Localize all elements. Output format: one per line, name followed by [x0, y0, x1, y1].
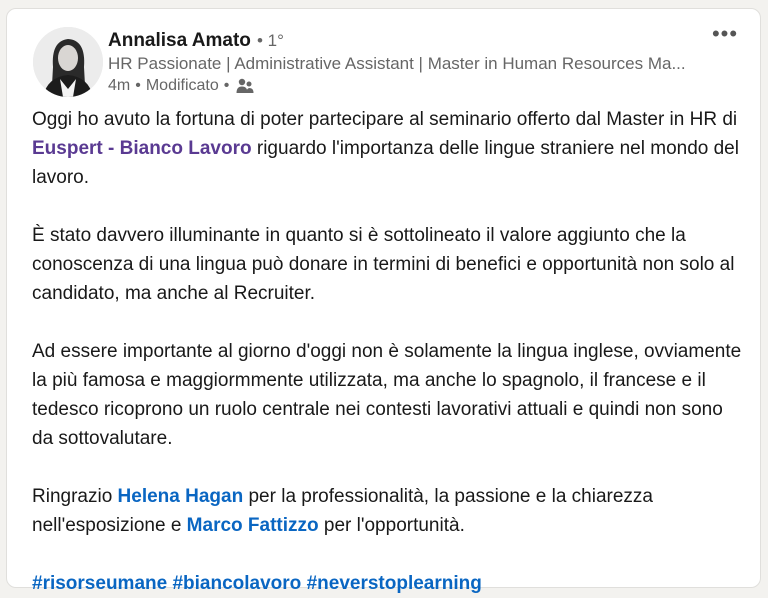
hashtag-link[interactable]: #neverstoplearning — [307, 573, 482, 594]
more-horizontal-icon: ••• — [711, 21, 739, 46]
edited-label: Modificato — [145, 77, 219, 94]
post-body: Oggi ho avuto la fortuna di poter partec… — [32, 105, 747, 598]
author-headline: HR Passionate | Administrative Assistant… — [108, 54, 686, 73]
hashtag-link[interactable]: #biancolavoro — [172, 573, 301, 594]
post-card: Annalisa Amato • 1° HR Passionate | Admi… — [6, 8, 761, 594]
post-paragraph: Oggi ho avuto la fortuna di poter partec… — [32, 105, 747, 192]
post-time: 4m — [108, 77, 131, 94]
person-mention-link[interactable]: Marco Fattizzo — [187, 515, 319, 536]
connection-degree: • 1° — [257, 31, 284, 50]
connections-icon — [236, 78, 254, 93]
author-name[interactable]: Annalisa Amato — [108, 30, 251, 52]
post-paragraph: Ad essere importante al giorno d'oggi no… — [32, 341, 742, 449]
meta-separator: • — [135, 77, 141, 94]
post-paragraph: È stato davvero illuminante in quanto si… — [32, 225, 735, 304]
paragraph-text: Ringrazio — [32, 486, 118, 507]
company-mention-link[interactable]: Euspert - Bianco Lavoro — [32, 138, 252, 159]
post-meta: 4m • Modificato • — [108, 77, 254, 95]
person-mention-link[interactable]: Helena Hagan — [118, 486, 244, 507]
paragraph-text: per l'opportunità. — [318, 515, 465, 536]
paragraph-text: Oggi ho avuto la fortuna di poter partec… — [32, 109, 738, 130]
hashtags: #risorseumane #biancolavoro #neverstople… — [32, 569, 747, 598]
meta-separator: • — [223, 77, 230, 94]
hashtag-link[interactable]: #risorseumane — [32, 573, 167, 594]
author-avatar[interactable] — [33, 27, 103, 97]
post-paragraph: Ringrazio Helena Hagan per la profession… — [32, 482, 747, 540]
more-options-button[interactable]: ••• — [707, 23, 743, 49]
author-photo — [33, 27, 103, 97]
